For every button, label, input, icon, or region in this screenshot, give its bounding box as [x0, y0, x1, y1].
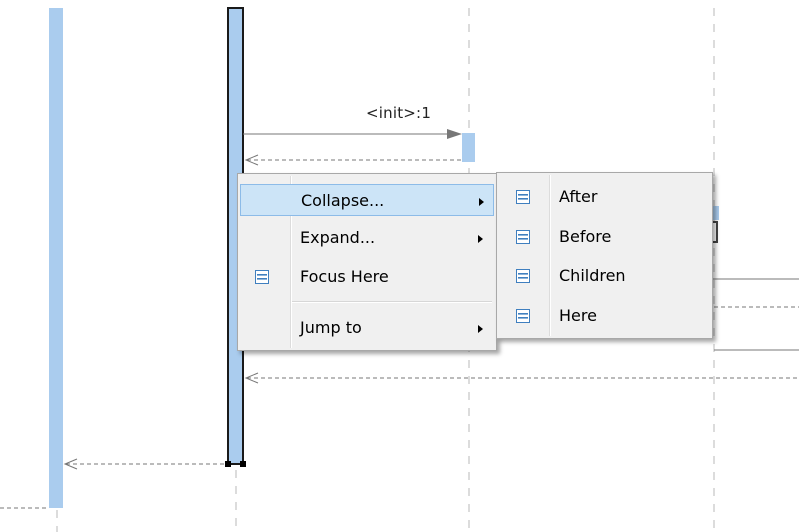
activation-bar-3[interactable]: [462, 133, 475, 162]
menu-item-focus-here[interactable]: Focus Here: [240, 261, 494, 293]
selection-handle[interactable]: [240, 461, 246, 467]
submenu-item-label: After: [559, 187, 598, 206]
context-menu: Collapse... Expand... Focus Here Jump to: [237, 173, 497, 351]
submenu-item-before[interactable]: Before: [499, 221, 710, 253]
activation-bar-1[interactable]: [49, 8, 63, 508]
menu-item-label: Jump to: [300, 318, 362, 337]
menu-item-label: Expand...: [300, 228, 376, 247]
message-label-init: <init>:1: [366, 104, 432, 122]
collapse-submenu: After Before Children Here: [496, 172, 713, 339]
submenu-arrow-icon: [478, 325, 483, 333]
collapse-box-icon: [516, 230, 530, 244]
submenu-arrow-icon: [478, 235, 483, 243]
submenu-item-label: Before: [559, 227, 612, 246]
menu-item-label: Collapse...: [301, 191, 385, 210]
menu-item-label: Focus Here: [300, 267, 389, 286]
submenu-item-after[interactable]: After: [499, 181, 710, 213]
submenu-item-label: Here: [559, 306, 597, 325]
collapse-box-icon: [255, 270, 269, 284]
submenu-item-children[interactable]: Children: [499, 260, 710, 292]
menu-item-expand[interactable]: Expand...: [240, 222, 494, 254]
submenu-item-here[interactable]: Here: [499, 300, 710, 332]
menu-item-collapse[interactable]: Collapse...: [240, 184, 494, 216]
submenu-arrow-icon: [479, 198, 484, 206]
menu-item-jump-to[interactable]: Jump to: [240, 312, 494, 344]
arrowhead-filled: [447, 129, 462, 139]
collapse-box-icon: [516, 190, 530, 204]
submenu-item-label: Children: [559, 266, 626, 285]
collapse-box-icon: [516, 309, 530, 323]
menu-separator: [292, 301, 492, 303]
collapse-box-icon: [516, 269, 530, 283]
selection-handle[interactable]: [225, 461, 231, 467]
